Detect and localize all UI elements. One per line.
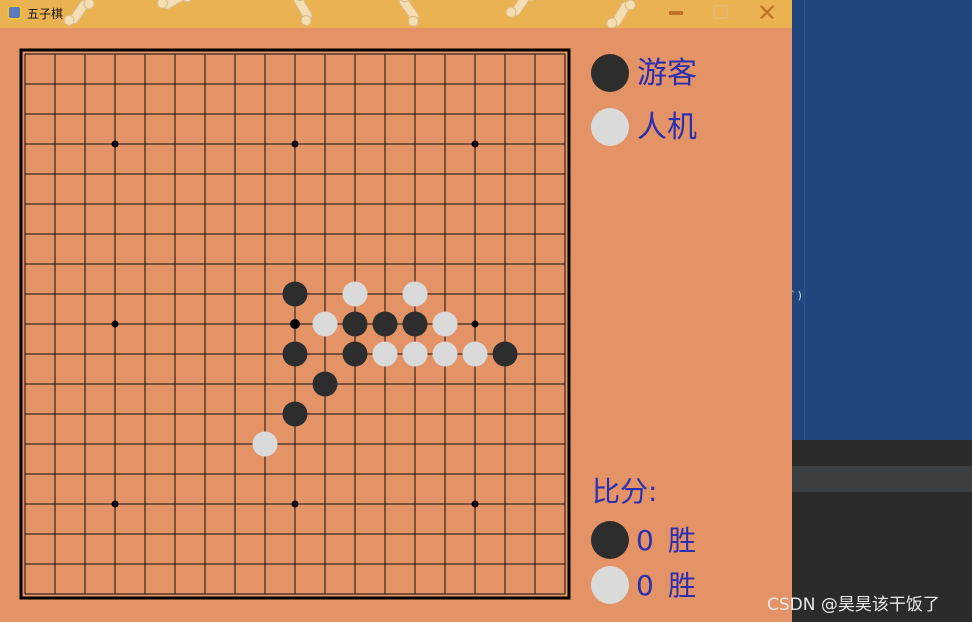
bone-decoration-icon [161,0,189,10]
black-score-stone-icon [591,521,629,559]
close-button[interactable]: ✕ [755,1,779,25]
white-player-label: 人机 [637,110,697,145]
star-point [291,140,299,148]
white-stone[interactable] [462,341,488,367]
white-wins-label: 胜 [668,569,697,602]
white-stone[interactable] [402,281,428,307]
white-score-stone-icon [591,566,629,604]
star-point [471,140,479,148]
black-stone[interactable] [342,311,368,337]
last-move-marker [290,319,300,329]
ide-editor-background [792,0,972,440]
star-point [111,140,119,148]
gomoku-board[interactable] [0,28,580,608]
white-player-stone-icon [591,108,629,146]
black-wins-label: 胜 [668,524,697,557]
bone-decoration-icon [510,0,532,17]
bone-decoration-icon [293,0,313,22]
black-wins-count: 0 [636,524,654,557]
star-point [471,320,479,328]
python-icon [7,5,22,20]
black-player-label: 游客 [637,56,697,91]
bone-decoration-icon [68,0,90,25]
black-stone[interactable] [402,311,428,337]
gomoku-window: 五子棋 ✕ 游客 人机 比分: 0 胜 0 胜 [0,0,792,622]
white-stone[interactable] [252,431,278,457]
black-stone[interactable] [282,401,308,427]
white-wins-count: 0 [636,569,654,602]
star-point [111,320,119,328]
ide-editor-gutter-line [804,0,805,440]
white-stone[interactable] [432,341,458,367]
white-stone[interactable] [402,341,428,367]
black-stone[interactable] [492,341,518,367]
maximize-button[interactable] [710,2,734,24]
black-stone[interactable] [342,341,368,367]
bone-decoration-icon [611,0,631,28]
white-stone[interactable] [342,281,368,307]
star-point [471,500,479,508]
white-stone[interactable] [372,341,398,367]
bone-decoration-icon [398,0,420,22]
csdn-watermark: CSDN @昊昊该干饭了 [767,595,940,615]
black-stone[interactable] [282,281,308,307]
black-stone[interactable] [282,341,308,367]
star-point [111,500,119,508]
star-point [291,500,299,508]
black-player-stone-icon [591,54,629,92]
score-title: 比分: [592,475,658,508]
black-stone[interactable] [312,371,338,397]
window-title: 五子棋 [27,7,64,21]
white-stone[interactable] [432,311,458,337]
minimize-button[interactable] [665,2,689,24]
black-stone[interactable] [372,311,398,337]
title-bar[interactable]: 五子棋 ✕ [0,0,792,28]
ide-console-toolbar [792,466,972,492]
white-stone[interactable] [312,311,338,337]
